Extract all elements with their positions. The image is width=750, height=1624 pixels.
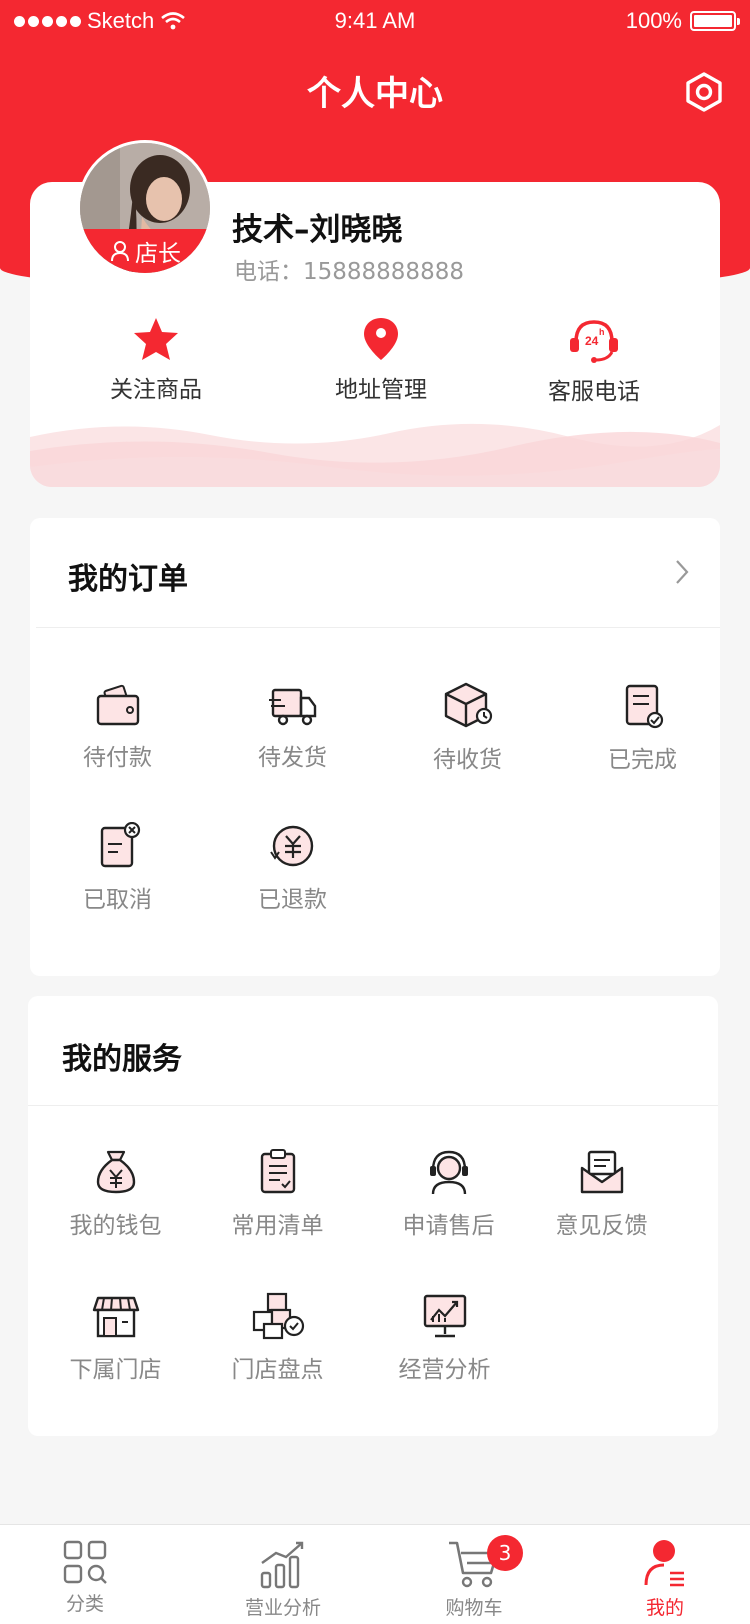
battery-icon — [690, 11, 740, 31]
feedback-mail-icon — [580, 1150, 623, 1194]
svg-text:h: h — [599, 327, 605, 337]
avatar[interactable]: 店长 — [77, 140, 213, 276]
orders-title: 我的订单 — [68, 562, 188, 597]
quick-action-service-phone[interactable]: 24 h 客服电话 — [494, 316, 694, 406]
inventory-boxes-icon — [252, 1292, 304, 1340]
cancelled-document-icon — [100, 822, 140, 868]
service-checklist[interactable]: 常用清单 — [190, 1148, 365, 1240]
order-cancelled[interactable]: 已取消 — [30, 822, 205, 914]
service-label: 下属门店 — [69, 1357, 162, 1383]
service-label: 常用清单 — [231, 1213, 324, 1239]
service-after-sales[interactable]: 申请售后 — [361, 1148, 536, 1240]
wave-decoration — [30, 423, 720, 487]
service-feedback[interactable]: 意见反馈 — [514, 1148, 689, 1240]
service-wallet[interactable]: 我的钱包 — [28, 1148, 203, 1240]
order-label: 已取消 — [83, 887, 152, 913]
orders-section: 我的订单 待付款 待发货 待收货 已完成 已取消 已退款 — [30, 518, 720, 976]
user-outline-icon — [111, 241, 129, 262]
service-label: 申请售后 — [402, 1213, 495, 1239]
chevron-right-icon[interactable] — [674, 558, 690, 586]
role-badge-label: 店长 — [135, 241, 181, 267]
store-icon — [92, 1296, 139, 1338]
service-sub-stores[interactable]: 下属门店 — [28, 1292, 203, 1384]
tab-label: 分类 — [65, 1593, 104, 1615]
completed-document-icon — [625, 684, 663, 729]
quick-action-label: 关注商品 — [110, 377, 202, 403]
delivery-truck-icon — [268, 688, 316, 726]
tab-business-analysis[interactable]: 营业分析 — [208, 1525, 358, 1624]
quick-action-favorites[interactable]: 关注商品 — [56, 316, 256, 404]
section-divider — [28, 1105, 718, 1106]
tab-mine[interactable]: 我的 — [590, 1525, 740, 1624]
location-pin-icon — [364, 318, 398, 360]
order-label: 待收货 — [433, 747, 502, 773]
user-name: 技术–刘晓晓 — [232, 212, 403, 248]
tab-label: 我的 — [645, 1597, 684, 1619]
order-label: 已完成 — [608, 747, 677, 773]
quick-action-address[interactable]: 地址管理 — [281, 316, 481, 404]
cart-count-badge: 3 — [487, 1535, 523, 1571]
settings-icon[interactable] — [682, 70, 726, 114]
user-phone: 电话：15888888888 — [234, 259, 464, 285]
refund-icon — [269, 825, 313, 867]
service-label: 我的钱包 — [69, 1213, 162, 1239]
headset-24h-icon: 24h — [570, 320, 618, 363]
battery-percent: 100% — [625, 8, 682, 33]
order-label: 待发货 — [258, 745, 327, 771]
package-icon — [444, 682, 492, 728]
analysis-board-icon — [423, 1294, 466, 1338]
order-pending-receipt[interactable]: 待收货 — [380, 682, 555, 774]
order-label: 待付款 — [83, 745, 152, 771]
clipboard-list-icon — [260, 1149, 295, 1194]
user-profile-icon — [644, 1540, 684, 1587]
order-refunded[interactable]: 已退款 — [205, 822, 380, 914]
order-pending-payment[interactable]: 待付款 — [30, 682, 205, 772]
service-inventory[interactable]: 门店盘点 — [190, 1292, 365, 1384]
quick-action-label: 客服电话 — [548, 379, 640, 405]
service-label: 意见反馈 — [555, 1213, 648, 1239]
tab-cart[interactable]: 3 购物车 — [399, 1525, 549, 1624]
wallet-icon — [96, 684, 139, 726]
quick-action-label: 地址管理 — [335, 377, 427, 403]
star-icon — [134, 318, 178, 360]
money-bag-icon — [96, 1150, 135, 1194]
service-business-analysis[interactable]: 经营分析 — [357, 1292, 532, 1384]
services-section: 我的服务 我的钱包 常用清单 申请售后 意见反馈 下属门店 门店盘点 经营分析 — [28, 996, 718, 1436]
category-grid-icon — [63, 1540, 107, 1584]
service-label: 门店盘点 — [231, 1357, 324, 1383]
customer-service-icon — [429, 1150, 468, 1195]
tab-bar: 分类 营业分析 3 购物车 我的 — [0, 1524, 750, 1624]
tab-category[interactable]: 分类 — [10, 1525, 160, 1624]
status-bar: Sketch 9:41 AM 100% — [0, 0, 750, 40]
order-label: 已退款 — [258, 887, 327, 913]
tab-label: 营业分析 — [244, 1597, 321, 1619]
order-pending-shipment[interactable]: 待发货 — [205, 682, 380, 772]
svg-text:24: 24 — [585, 334, 599, 348]
role-badge: 店长 — [80, 229, 210, 273]
bar-chart-icon — [260, 1541, 304, 1589]
section-divider — [36, 627, 720, 628]
services-title: 我的服务 — [62, 1042, 182, 1077]
service-label: 经营分析 — [398, 1357, 491, 1383]
page-title: 个人中心 — [307, 74, 443, 114]
tab-label: 购物车 — [445, 1597, 503, 1619]
order-completed[interactable]: 已完成 — [555, 682, 730, 774]
